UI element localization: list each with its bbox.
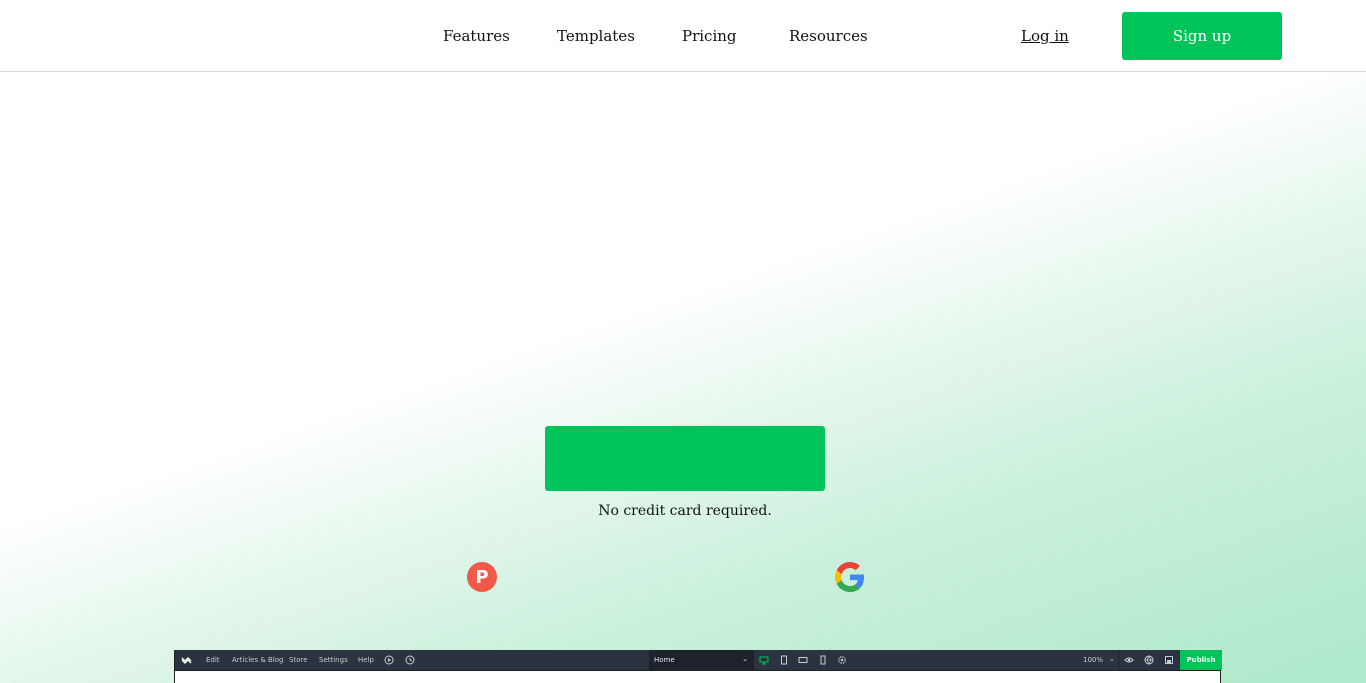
- nav-link-pricing[interactable]: Pricing: [682, 27, 737, 45]
- zoom-level[interactable]: 100%: [1083, 656, 1103, 664]
- hero-cta-button[interactable]: [545, 426, 825, 491]
- page-select[interactable]: Home ⌄: [649, 650, 754, 670]
- tablet-portrait-icon[interactable]: [779, 655, 789, 665]
- preview-eye-icon[interactable]: [1124, 655, 1134, 665]
- editor-preview: Edit Articles & Blog Store Settings Help…: [174, 650, 1222, 683]
- play-icon[interactable]: [384, 655, 394, 665]
- editor-menu-settings[interactable]: Settings: [319, 656, 348, 664]
- editor-menu-articles-blog[interactable]: Articles & Blog: [232, 656, 284, 664]
- nav-link-templates[interactable]: Templates: [557, 27, 635, 45]
- login-link[interactable]: Log in: [1021, 27, 1069, 45]
- mobile-view-icon[interactable]: [818, 655, 828, 665]
- history-icon[interactable]: [405, 655, 415, 665]
- editor-menu-help[interactable]: Help: [358, 656, 374, 664]
- editor-toolbar: Edit Articles & Blog Store Settings Help…: [175, 650, 1222, 670]
- page-select-value: Home: [654, 656, 675, 664]
- top-navbar: Features Templates Pricing Resources Log…: [0, 0, 1366, 72]
- signup-button[interactable]: Sign up: [1122, 12, 1282, 60]
- publish-button[interactable]: Publish: [1180, 650, 1222, 670]
- editor-menu-store[interactable]: Store: [289, 656, 308, 664]
- desktop-view-icon[interactable]: [759, 655, 769, 665]
- chevron-down-icon: ⌄: [742, 655, 748, 663]
- zoom-chevron-icon[interactable]: ⌄: [1109, 655, 1115, 663]
- globe-icon[interactable]: [1144, 655, 1154, 665]
- save-icon[interactable]: [1164, 655, 1174, 665]
- no-credit-card-note: No credit card required.: [598, 503, 772, 519]
- editor-canvas: [175, 670, 1220, 683]
- toolbar-divider: [1118, 650, 1119, 670]
- editor-menu-edit[interactable]: Edit: [206, 656, 220, 664]
- hero-background: [0, 72, 1366, 683]
- tablet-landscape-icon[interactable]: [798, 655, 808, 665]
- google-icon: [835, 562, 865, 592]
- producthunt-icon: P: [467, 562, 497, 592]
- gear-icon[interactable]: [837, 655, 847, 665]
- nav-link-resources[interactable]: Resources: [789, 27, 868, 45]
- nav-link-features[interactable]: Features: [443, 27, 510, 45]
- app-logo-icon: [181, 657, 192, 664]
